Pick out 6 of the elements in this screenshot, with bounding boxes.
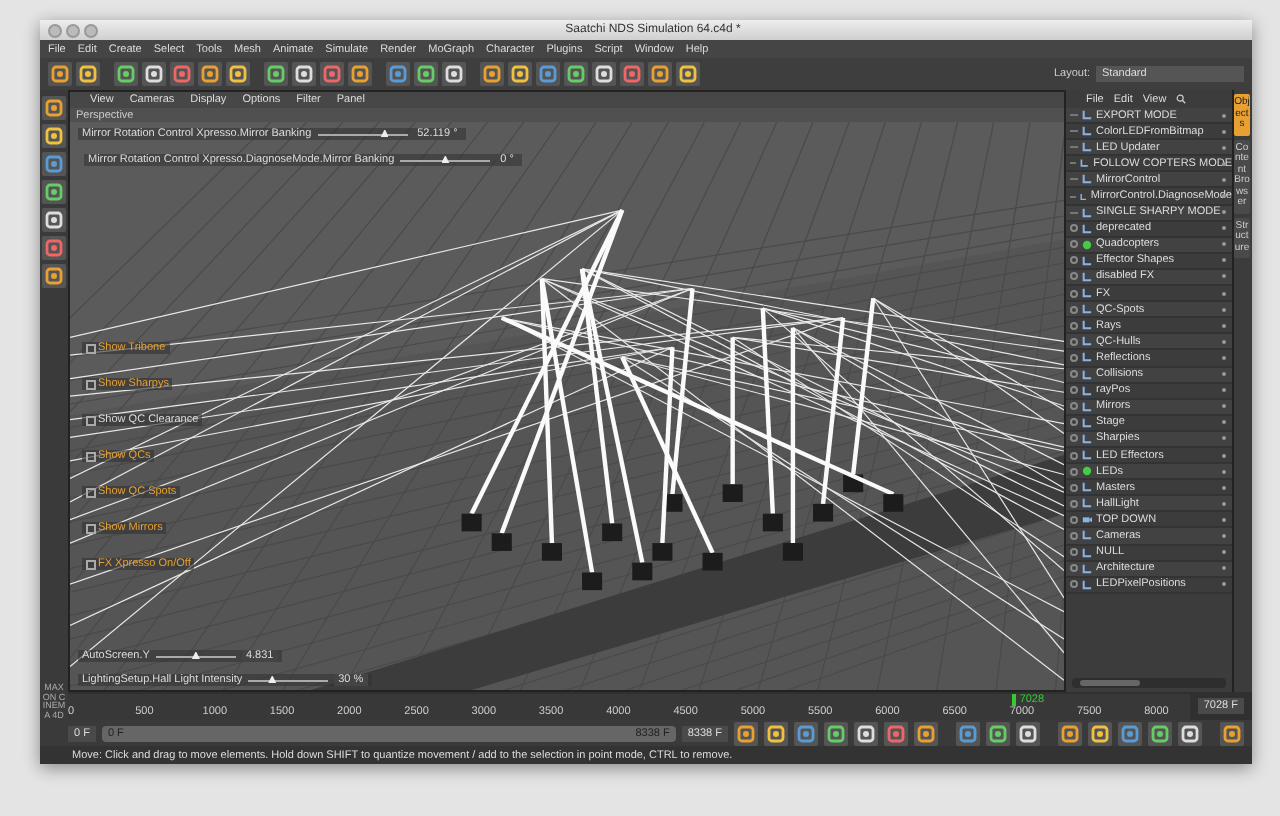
minimize-button[interactable] xyxy=(66,23,80,37)
zoom-button[interactable] xyxy=(84,23,98,37)
search-icon[interactable] xyxy=(1176,94,1187,104)
close-button[interactable] xyxy=(48,23,62,37)
playhead[interactable] xyxy=(1011,693,1016,705)
scrollbar[interactable] xyxy=(1072,678,1226,688)
